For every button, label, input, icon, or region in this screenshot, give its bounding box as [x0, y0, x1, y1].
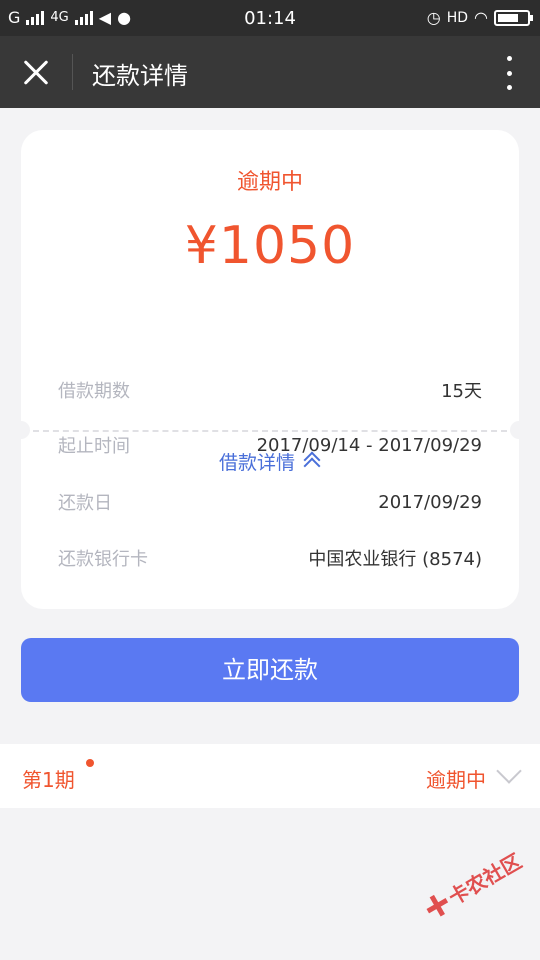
detail-row-due-date: 还款日 2017/09/29 — [58, 487, 482, 517]
period-label: 第1期 — [22, 768, 75, 792]
nav-divider — [72, 54, 73, 90]
nav-bar: 还款详情 — [0, 36, 540, 108]
card-notch-left — [12, 421, 30, 439]
more-icon[interactable] — [504, 56, 514, 90]
status-bar: G 4G ◀ ● 01:14 ◷ HD ◠ — [0, 0, 540, 36]
card-notch-right — [510, 421, 528, 439]
row-value: 2017/09/29 — [378, 491, 482, 513]
wifi-icon: ◠ — [474, 8, 488, 27]
loan-card: 逾期中 ¥1050 借款详情 借款期数 15天 起止时间 2017/09/14 … — [12, 130, 528, 609]
loan-amount: ¥1050 — [184, 216, 356, 276]
detail-row-period: 起止时间 2017/09/14 - 2017/09/29 — [58, 430, 482, 460]
detail-row-term: 借款期数 15天 — [58, 375, 482, 405]
row-label: 还款银行卡 — [58, 549, 148, 570]
page-title: 还款详情 — [92, 62, 188, 90]
repay-now-button[interactable]: 立即还款 — [21, 638, 519, 702]
unread-dot — [86, 759, 94, 767]
alarm-icon: ◷ — [426, 8, 441, 27]
row-value: 中国农业银行 (8574) — [308, 549, 482, 570]
watermark-text: 卡农社区 — [444, 848, 526, 910]
status-right: ◷ HD ◠ — [426, 8, 533, 27]
period-status: 逾期中 — [426, 768, 486, 792]
period-item[interactable]: 第1期 逾期中 — [0, 744, 540, 808]
close-icon[interactable] — [18, 54, 54, 90]
detail-row-bank-card: 还款银行卡 中国农业银行 (8574) — [58, 543, 482, 573]
row-label: 还款日 — [58, 493, 112, 514]
chevron-down-icon — [496, 758, 522, 784]
row-label: 借款期数 — [58, 381, 130, 402]
row-label: 起止时间 — [58, 436, 130, 457]
loan-status: 逾期中 — [236, 170, 303, 195]
battery-icon — [494, 9, 533, 26]
row-value: 15天 — [441, 381, 482, 402]
hd-label: HD — [446, 9, 469, 26]
row-value: 2017/09/14 - 2017/09/29 — [256, 434, 482, 456]
watermark: 卡农社区 — [420, 845, 526, 923]
